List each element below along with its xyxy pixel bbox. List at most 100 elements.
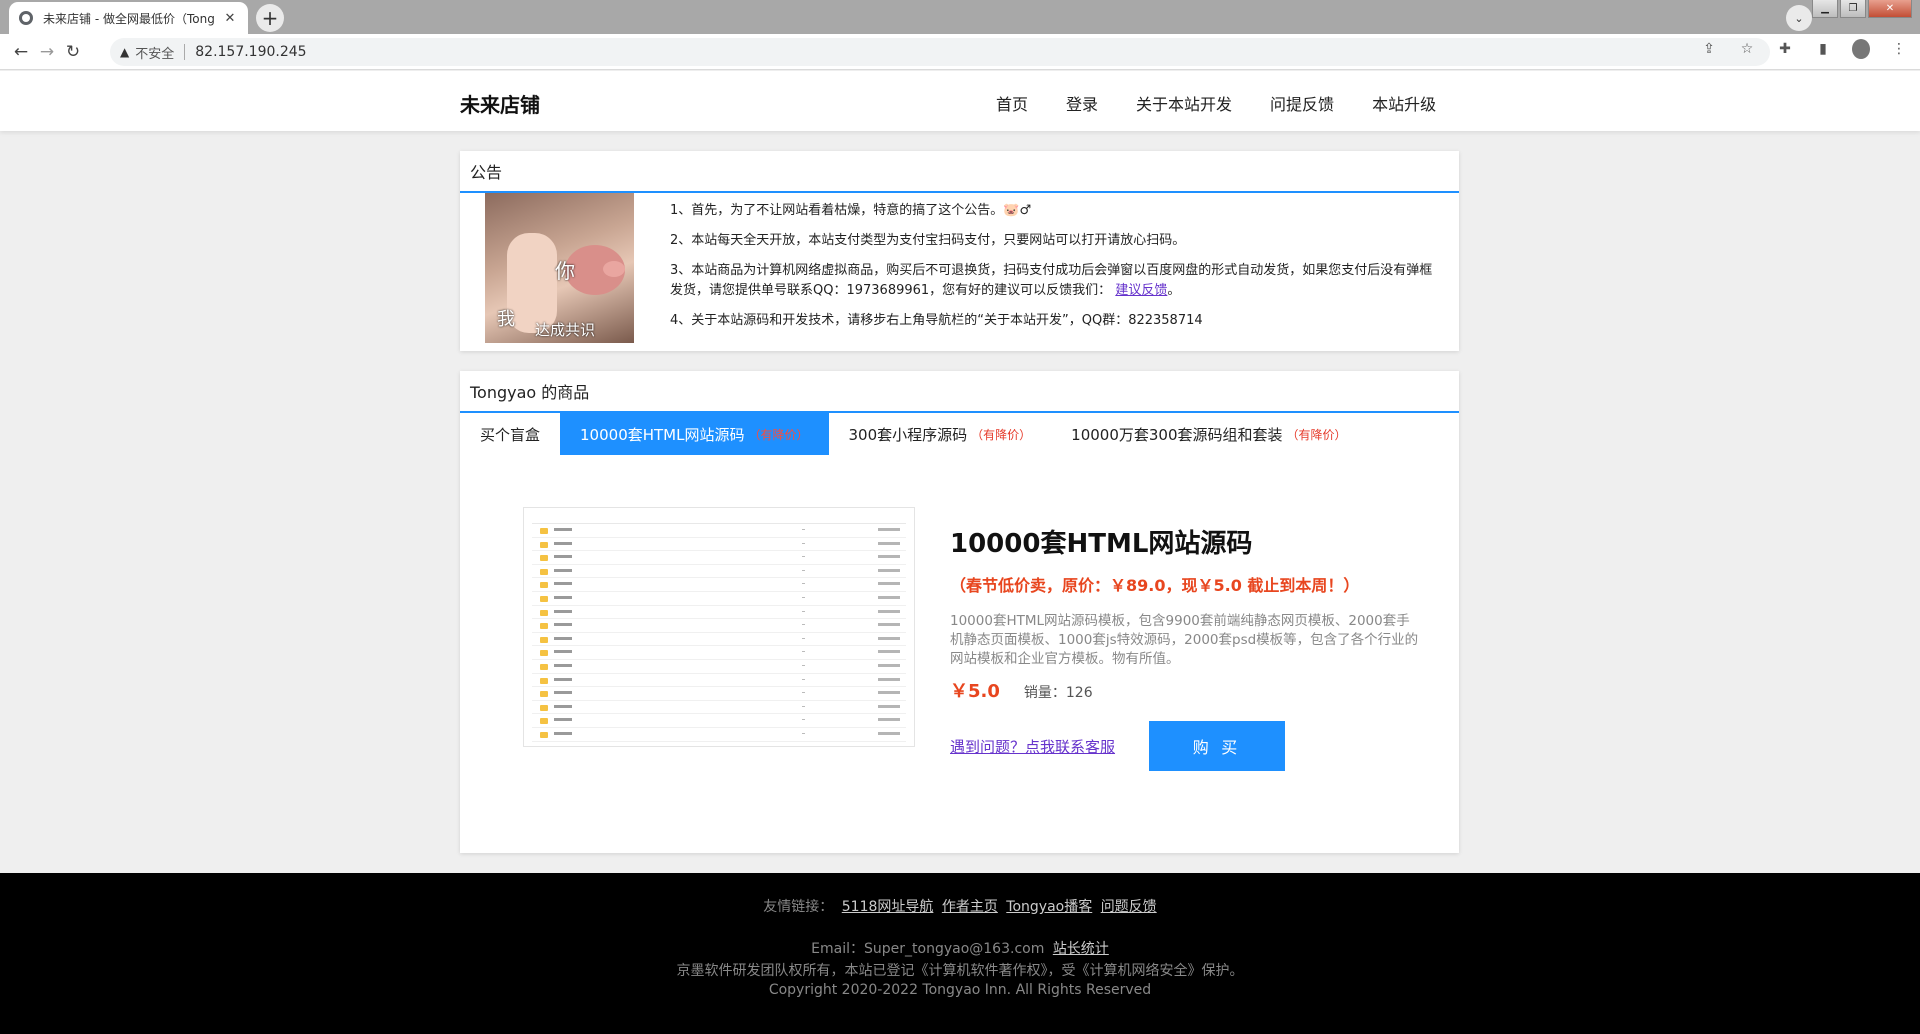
footer-rights: 京墨软件研发团队权所有，本站已登记《计算机软件著作权》，受《计算机网络安全》保护… <box>676 963 1244 979</box>
feedback-suffix: 。 <box>1167 283 1181 298</box>
folder-icon <box>540 718 548 725</box>
screenshot-fdash <box>802 637 805 639</box>
folder-icon <box>540 541 548 548</box>
extensions-icon[interactable]: ✚ <box>1776 41 1794 57</box>
goods-panel: Tongyao 的商品 买个盲盒 10000套HTML网站源码 （有降价） 30… <box>460 371 1459 853</box>
warning-icon[interactable]: ▲ <box>120 45 129 59</box>
folder-icon <box>540 595 548 602</box>
screenshot-fdash <box>802 732 805 734</box>
screenshot-fname <box>554 704 572 708</box>
screenshot-fdash <box>802 705 805 707</box>
screenshot-fdate <box>878 663 900 667</box>
screenshot-fdash <box>802 678 805 680</box>
bookmark-star-icon[interactable]: ☆ <box>1738 41 1756 57</box>
product-meta: ￥5.0 销量：126 <box>950 677 1420 703</box>
product-sales: 销量：126 <box>1023 685 1093 701</box>
restore-icon[interactable]: ❐ <box>1840 0 1866 18</box>
screenshot-fdate <box>878 718 900 722</box>
forward-icon[interactable]: → <box>36 41 58 63</box>
tab-miniprogram-sources[interactable]: 300套小程序源码 （有降价） <box>829 413 1052 455</box>
footer-copyright: Copyright 2020-2022 Tongyao Inn. All Rig… <box>768 982 1152 998</box>
meme-caption-consensus: 达成共识 <box>535 321 596 339</box>
footer-link-author[interactable]: 作者主页 <box>942 899 998 915</box>
back-icon[interactable]: ← <box>10 41 32 63</box>
screenshot-fname <box>554 718 572 722</box>
screenshot-row <box>532 660 906 674</box>
screenshot-fdate <box>878 677 900 681</box>
tab-html-sources[interactable]: 10000套HTML网站源码 （有降价） <box>560 413 829 455</box>
folder-icon <box>540 555 548 562</box>
share-icon[interactable]: ⇪ <box>1700 41 1718 57</box>
notice-item: 4、关于本站源码和开发技术，请移步右上角导航栏的“关于本站开发”，QQ群：822… <box>670 313 1203 328</box>
buy-button[interactable]: 购 买 <box>1149 721 1286 771</box>
footer-email: Email：Super_tongyao@163.com <box>811 941 1045 957</box>
screenshot-fdate <box>878 731 900 735</box>
screenshot-fdate <box>878 582 900 586</box>
screenshot-fname <box>554 677 572 681</box>
footer-stats-link[interactable]: 站长统计 <box>1053 941 1109 957</box>
address-bar[interactable]: ▲ 不安全 82.157.190.245 <box>110 38 1770 66</box>
tab-close-icon[interactable]: ✕ <box>222 11 238 26</box>
window-controls: ▁ ❐ ✕ <box>1812 0 1912 18</box>
meme-caption-me: 我 <box>497 309 515 330</box>
security-label[interactable]: 不安全 <box>135 43 174 62</box>
notice-item-text: 3、本站商品为计算机网络虚拟商品，购买后不可退换货，扫码支付成功后会弹窗以百度网… <box>670 263 1433 298</box>
folder-icon <box>540 636 548 643</box>
friend-links-label: 友情链接： <box>763 899 834 915</box>
folder-icon <box>540 609 548 616</box>
separator <box>184 44 186 60</box>
footer-link-blog[interactable]: Tongyao播客 <box>1006 899 1092 915</box>
footer-link-feedback[interactable]: 问题反馈 <box>1101 899 1157 915</box>
notice-item: 1、首先，为了不让网站看着枯燥，特意的搞了这个公告。🐷♂ <box>670 203 1032 218</box>
nav-home[interactable]: 首页 <box>996 91 1028 115</box>
goods-tabs: 买个盲盒 10000套HTML网站源码 （有降价） 300套小程序源码 （有降价… <box>460 413 1459 455</box>
screenshot-fdate <box>878 541 900 545</box>
product-info: 10000套HTML网站源码 （春节低价卖，原价：￥89.0，现￥5.0 截止到… <box>950 523 1420 771</box>
browser-tab[interactable]: 未来店铺 - 做全网最低价（Tong ✕ <box>9 2 248 34</box>
tab-label: 300套小程序源码 <box>848 425 968 444</box>
contact-support-link[interactable]: 遇到问题？点我联系客服 <box>950 736 1115 757</box>
screenshot-fdash <box>802 542 805 544</box>
screenshot-row <box>532 633 906 647</box>
screenshot-fdate <box>878 595 900 599</box>
tab-bundle[interactable]: 10000万套300套源码组和套装 （有降价） <box>1051 413 1366 455</box>
nav-login[interactable]: 登录 <box>1066 91 1098 115</box>
side-panel-icon[interactable]: ▮ <box>1814 41 1832 57</box>
close-window-icon[interactable]: ✕ <box>1868 0 1912 18</box>
friend-links: 友情链接： 5118网址导航 作者主页 Tongyao播客 问题反馈 <box>0 896 1920 916</box>
nav-feedback[interactable]: 问提反馈 <box>1270 91 1334 115</box>
notice-meme-image: 你 我 达成共识 <box>485 193 634 343</box>
discount-badge: （有降价） <box>748 427 809 442</box>
tab-label: 10000万套300套源码组和套装 <box>1071 425 1283 444</box>
screenshot-fdate <box>878 650 900 654</box>
url-text[interactable]: 82.157.190.245 <box>195 44 306 60</box>
notice-list: 1、首先，为了不让网站看着枯燥，特意的搞了这个公告。🐷♂ 2、本站每天全天开放，… <box>670 201 1440 341</box>
folder-icon <box>540 731 548 738</box>
site-brand[interactable]: 未来店铺 <box>460 89 540 118</box>
screenshot-fname <box>554 541 572 545</box>
screenshot-fname <box>554 636 572 640</box>
screenshot-fdash <box>802 610 805 612</box>
tab-search-icon[interactable]: ⌄ <box>1786 5 1812 31</box>
profile-avatar-icon[interactable] <box>1852 39 1870 59</box>
reload-icon[interactable]: ↻ <box>62 41 84 63</box>
screenshot-fdash <box>802 596 805 598</box>
screenshot-fname <box>554 691 572 695</box>
screenshot-fdash <box>802 624 805 626</box>
footer-link-5118[interactable]: 5118网址导航 <box>842 899 934 915</box>
screenshot-row <box>532 646 906 660</box>
screenshot-header <box>532 514 906 524</box>
screenshot-fdate <box>878 623 900 627</box>
screenshot-row <box>532 606 906 620</box>
folder-icon <box>540 677 548 684</box>
menu-kebab-icon[interactable]: ⋮ <box>1890 41 1908 57</box>
nav-about-dev[interactable]: 关于本站开发 <box>1136 91 1232 115</box>
feedback-link[interactable]: 建议反馈 <box>1115 283 1167 298</box>
screenshot-row <box>532 551 906 565</box>
nav-upgrade[interactable]: 本站升级 <box>1372 91 1436 115</box>
screenshot-fname <box>554 582 572 586</box>
minimize-icon[interactable]: ▁ <box>1812 0 1838 18</box>
new-tab-button[interactable]: + <box>256 4 284 32</box>
tab-blind-box[interactable]: 买个盲盒 <box>460 413 560 455</box>
screenshot-fdash <box>802 583 805 585</box>
